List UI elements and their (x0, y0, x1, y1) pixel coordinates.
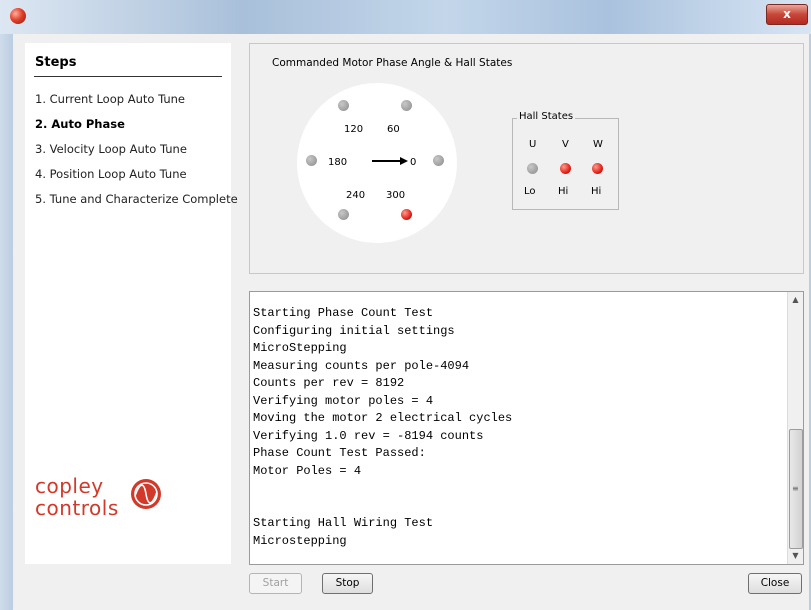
hall-state-w: Hi (591, 186, 602, 197)
hall-letter-u: U (529, 139, 537, 150)
phase-angle-dial: 120 60 180 0 240 300 (297, 83, 457, 243)
step-auto-phase: 2. Auto Phase (35, 117, 125, 131)
log-line (253, 480, 783, 498)
angle-label-0: 0 (410, 157, 417, 168)
close-button[interactable]: Close (748, 573, 802, 594)
log-line (253, 498, 783, 516)
log-line: Measuring counts per pole-4094 (253, 358, 470, 373)
phase-angle-pointer-head (400, 157, 408, 165)
scrollbar-grip-icon: ≡ (792, 484, 799, 493)
phase-panel-title: Commanded Motor Phase Angle & Hall State… (272, 57, 513, 69)
step-position-loop: 4. Position Loop Auto Tune (35, 167, 187, 181)
hall-indicator-u (527, 163, 538, 174)
log-line: Moving the motor 2 electrical cycles (253, 411, 513, 425)
indicator-60 (401, 100, 412, 111)
log-scrollbar[interactable]: ▲ ≡ ▼ (787, 292, 803, 564)
scrollbar-thumb[interactable]: ≡ (789, 429, 803, 549)
indicator-0 (433, 155, 444, 166)
app-icon (10, 8, 26, 24)
log-line: Phase Count Test Passed: (253, 446, 426, 460)
log-line: Verifying 1.0 rev = -8194 counts (253, 428, 484, 443)
log-line: Starting Phase Count Test (253, 306, 434, 320)
hall-indicator-w (592, 163, 603, 174)
indicator-300 (401, 209, 412, 220)
close-window-button[interactable]: x (766, 4, 808, 25)
window-frame-left (0, 34, 13, 610)
log-line: Configuring initial settings (253, 323, 455, 338)
log-lines: Starting Phase Count Test Configuring in… (253, 305, 783, 550)
log-line: Counts per rev = 8192 (253, 376, 405, 390)
log-line: Starting Hall Wiring Test (253, 516, 434, 530)
hall-letter-w: W (593, 139, 603, 150)
step-velocity-loop: 3. Velocity Loop Auto Tune (35, 142, 187, 156)
angle-label-180: 180 (328, 157, 348, 168)
logo-mark-icon (131, 479, 161, 509)
hall-states-title: Hall States (517, 111, 576, 122)
indicator-240 (338, 209, 349, 220)
log-line: Motor Poles = 4 (253, 463, 362, 478)
log-line: MicroStepping (253, 341, 347, 355)
log-line: Microstepping (253, 533, 347, 548)
steps-divider (34, 76, 222, 77)
hall-states-group: Hall States U V W Lo Hi Hi (512, 111, 619, 210)
step-current-loop: 1. Current Loop Auto Tune (35, 92, 185, 106)
scroll-down-arrow-icon[interactable]: ▼ (788, 548, 803, 564)
angle-label-60: 60 (387, 124, 400, 135)
title-bar: x (0, 0, 811, 35)
indicator-180 (306, 155, 317, 166)
log-output[interactable]: Starting Phase Count Test Configuring in… (249, 291, 804, 565)
step-complete: 5. Tune and Characterize Complete (35, 192, 238, 206)
phase-angle-panel: Commanded Motor Phase Angle & Hall State… (249, 43, 804, 274)
start-button[interactable]: Start (249, 573, 302, 594)
hall-state-v: Hi (558, 186, 569, 197)
hall-letter-v: V (562, 139, 569, 150)
copley-controls-logo: copley controls (35, 475, 175, 529)
log-line: Verifying motor poles = 4 (253, 393, 434, 408)
angle-label-120: 120 (344, 124, 364, 135)
angle-label-240: 240 (346, 190, 366, 201)
hall-state-u: Lo (524, 186, 536, 197)
indicator-120 (338, 100, 349, 111)
hall-indicator-v (560, 163, 571, 174)
scroll-up-arrow-icon[interactable]: ▲ (788, 292, 803, 308)
steps-panel: Steps 1. Current Loop Auto Tune 2. Auto … (25, 43, 238, 564)
steps-title: Steps (35, 55, 77, 70)
stop-button[interactable]: Stop (322, 573, 373, 594)
angle-label-300: 300 (386, 190, 406, 201)
